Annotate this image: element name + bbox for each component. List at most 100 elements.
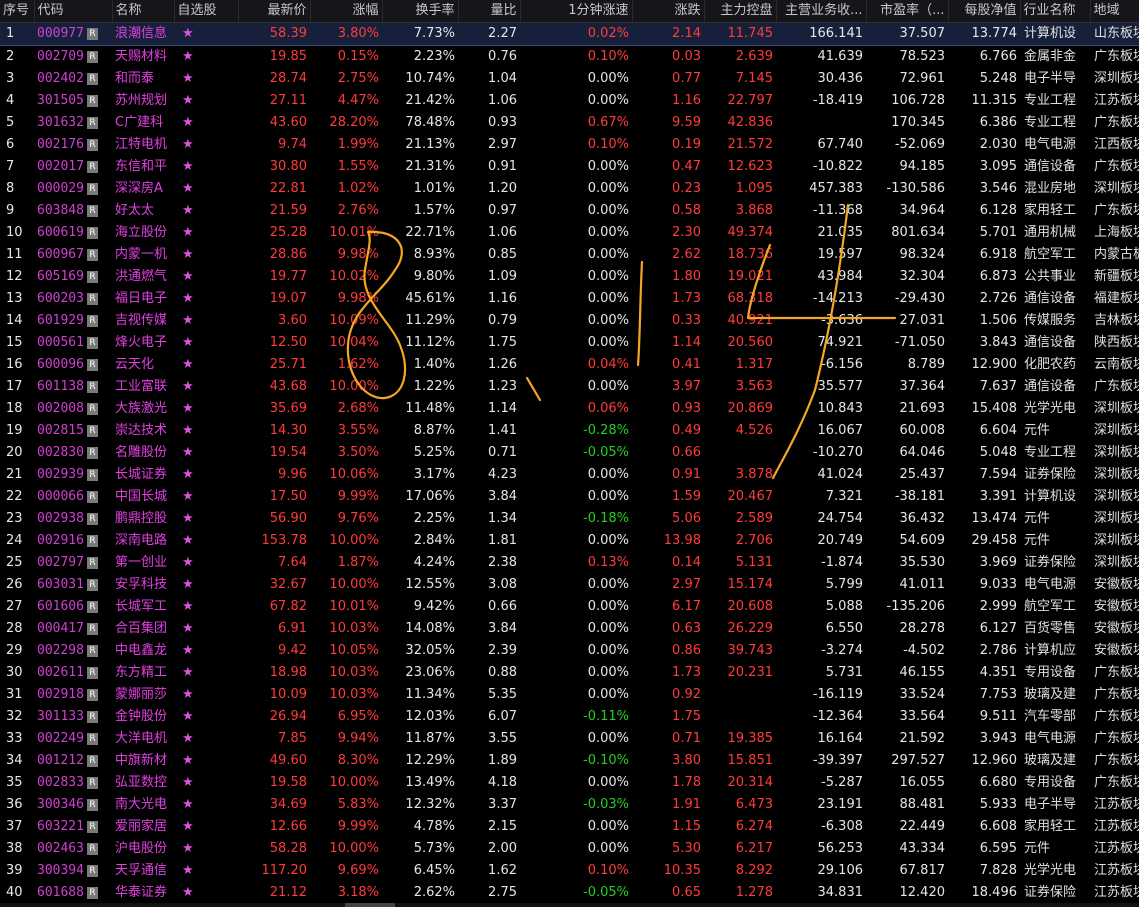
table-row[interactable]: 33 002249 R 大洋电机 ★ 7.85 9.94% 11.87% 3.55 0.00% 0.… bbox=[0, 728, 1139, 750]
header-seq[interactable]: 序号 bbox=[0, 0, 35, 23]
table-row[interactable]: 29 002298 R 中电鑫龙 ★ 9.42 10.05% 32.05% 2.39 0.00% 0… bbox=[0, 640, 1139, 662]
table-row[interactable]: 1 000977 R 浪潮信息 ★ 58.39 3.80% 7.73% 2.27 0.02% 2.1… bbox=[0, 22, 1139, 46]
table-row[interactable]: 23 002938 R 鹏鼎控股 ★ 56.90 9.76% 2.25% 1.34 -0.18% 5… bbox=[0, 508, 1139, 530]
favorite-star-icon[interactable]: ★ bbox=[182, 731, 194, 746]
table-row[interactable]: 16 600096 R 云天化 ★ 25.71 1.62% 1.40% 1.26 0.04% 0.4… bbox=[0, 354, 1139, 376]
cell-region: 江西板块 bbox=[1094, 137, 1139, 152]
table-row[interactable]: 24 002916 R 深南电路 ★ 153.78 10.00% 2.84% 1.81 0.00%… bbox=[0, 530, 1139, 552]
cell-region: 广东板块 bbox=[1094, 753, 1139, 768]
header-pe[interactable]: 市盈率（... bbox=[866, 0, 949, 23]
favorite-star-icon[interactable]: ★ bbox=[182, 203, 194, 218]
header-turnover[interactable]: 换手率 bbox=[382, 0, 459, 23]
table-row[interactable]: 34 001212 R 中旗新材 ★ 49.60 8.30% 12.29% 1.89 -0.10%… bbox=[0, 750, 1139, 772]
favorite-star-icon[interactable]: ★ bbox=[182, 489, 194, 504]
favorite-star-icon[interactable]: ★ bbox=[182, 291, 194, 306]
table-row[interactable]: 6 002176 R 江特电机 ★ 9.74 1.99% 21.13% 2.97 0.10% 0.1… bbox=[0, 134, 1139, 156]
favorite-star-icon[interactable]: ★ bbox=[182, 533, 194, 548]
favorite-star-icon[interactable]: ★ bbox=[182, 181, 194, 196]
scrollbar-thumb[interactable] bbox=[345, 903, 395, 907]
table-row[interactable]: 40 601688 R 华泰证券 ★ 21.12 3.18% 2.62% 2.75 -0.05% 0… bbox=[0, 882, 1139, 904]
table-row[interactable]: 14 601929 R 吉视传媒 ★ 3.60 10.09% 11.29% 0.79 0.00% 0… bbox=[0, 310, 1139, 332]
favorite-star-icon[interactable]: ★ bbox=[182, 467, 194, 482]
header-mainctrl[interactable]: 主力控盘 bbox=[704, 0, 777, 23]
table-row[interactable]: 36 300346 R 南大光电 ★ 34.69 5.83% 12.32% 3.37 -0.03%… bbox=[0, 794, 1139, 816]
header-pct[interactable]: 涨幅 bbox=[310, 0, 383, 23]
favorite-star-icon[interactable]: ★ bbox=[182, 555, 194, 570]
header-price[interactable]: 最新价 bbox=[238, 0, 311, 23]
favorite-star-icon[interactable]: ★ bbox=[182, 49, 194, 64]
header-code[interactable]: 代码 bbox=[34, 0, 113, 23]
favorite-star-icon[interactable]: ★ bbox=[182, 26, 194, 41]
table-row[interactable]: 35 002833 R 弘亚数控 ★ 19.58 10.00% 13.49% 4.18 0.00%… bbox=[0, 772, 1139, 794]
favorite-star-icon[interactable]: ★ bbox=[182, 423, 194, 438]
favorite-star-icon[interactable]: ★ bbox=[182, 643, 194, 658]
table-row[interactable]: 38 002463 R 沪电股份 ★ 58.28 10.00% 5.73% 2.00 0.00% 5… bbox=[0, 838, 1139, 860]
favorite-star-icon[interactable]: ★ bbox=[182, 137, 194, 152]
table-row[interactable]: 28 000417 R 合百集团 ★ 6.91 10.03% 14.08% 3.84 0.00% 0… bbox=[0, 618, 1139, 640]
favorite-star-icon[interactable]: ★ bbox=[182, 797, 194, 812]
table-row[interactable]: 37 603221 R 爱丽家居 ★ 12.66 9.99% 4.78% 2.15 0.00% 1.… bbox=[0, 816, 1139, 838]
favorite-star-icon[interactable]: ★ bbox=[182, 599, 194, 614]
favorite-star-icon[interactable]: ★ bbox=[182, 71, 194, 86]
favorite-star-icon[interactable]: ★ bbox=[182, 225, 194, 240]
favorite-star-icon[interactable]: ★ bbox=[182, 247, 194, 262]
table-row[interactable]: 10 600619 R 海立股份 ★ 25.28 10.01% 22.71% 1.06 0.00%… bbox=[0, 222, 1139, 244]
table-row[interactable]: 27 601606 R 长城军工 ★ 67.82 10.01% 9.42% 0.66 0.00% 6… bbox=[0, 596, 1139, 618]
table-row[interactable]: 21 002939 R 长城证券 ★ 9.96 10.06% 3.17% 4.23 0.00% 0.… bbox=[0, 464, 1139, 486]
favorite-star-icon[interactable]: ★ bbox=[182, 357, 194, 372]
table-row[interactable]: 25 002797 R 第一创业 ★ 7.64 1.87% 4.24% 2.38 0.13% 0.1… bbox=[0, 552, 1139, 574]
favorite-star-icon[interactable]: ★ bbox=[182, 775, 194, 790]
table-row[interactable]: 2 002709 R 天赐材料 ★ 19.85 0.15% 2.23% 0.76 0.10% 0.0… bbox=[0, 45, 1139, 68]
table-row[interactable]: 15 000561 R 烽火电子 ★ 12.50 10.04% 11.12% 1.75 0.00%… bbox=[0, 332, 1139, 354]
header-navps[interactable]: 每股净值 bbox=[948, 0, 1021, 23]
table-row[interactable]: 9 603848 R 好太太 ★ 21.59 2.76% 1.57% 0.97 0.00% 0.58… bbox=[0, 200, 1139, 222]
favorite-star-icon[interactable]: ★ bbox=[182, 863, 194, 878]
table-row[interactable]: 26 603031 R 安孚科技 ★ 32.67 10.00% 12.55% 3.08 0.00%… bbox=[0, 574, 1139, 596]
favorite-star-icon[interactable]: ★ bbox=[182, 753, 194, 768]
favorite-star-icon[interactable]: ★ bbox=[182, 665, 194, 680]
favorite-star-icon[interactable]: ★ bbox=[182, 115, 194, 130]
table-row[interactable]: 4 301505 R 苏州规划 ★ 27.11 4.47% 21.42% 1.06 0.00% 1.… bbox=[0, 90, 1139, 112]
table-row[interactable]: 5 301632 R C广建科 ★ 43.60 28.20% 78.48% 0.93 0.67% 9… bbox=[0, 112, 1139, 134]
table-row[interactable]: 19 002815 R 崇达技术 ★ 14.30 3.55% 8.87% 1.41 -0.28% 0… bbox=[0, 420, 1139, 442]
favorite-star-icon[interactable]: ★ bbox=[182, 93, 194, 108]
favorite-star-icon[interactable]: ★ bbox=[182, 313, 194, 328]
table-row[interactable]: 18 002008 R 大族激光 ★ 35.69 2.68% 11.48% 1.14 0.06% 0… bbox=[0, 398, 1139, 420]
table-row[interactable]: 17 601138 R 工业富联 ★ 43.68 10.00% 1.22% 1.23 0.00% 3… bbox=[0, 376, 1139, 398]
table-row[interactable]: 30 002611 R 东方精工 ★ 18.98 10.03% 23.06% 0.88 0.00%… bbox=[0, 662, 1139, 684]
table-row[interactable]: 31 002918 R 蒙娜丽莎 ★ 10.09 10.03% 11.34% 5.35 0.00%… bbox=[0, 684, 1139, 706]
table-row[interactable]: 32 301133 R 金钟股份 ★ 26.94 6.95% 12.03% 6.07 -0.11%… bbox=[0, 706, 1139, 728]
favorite-star-icon[interactable]: ★ bbox=[182, 577, 194, 592]
favorite-star-icon[interactable]: ★ bbox=[182, 709, 194, 724]
header-region[interactable]: 地域 bbox=[1090, 0, 1139, 23]
favorite-star-icon[interactable]: ★ bbox=[182, 841, 194, 856]
header-volratio[interactable]: 量比 bbox=[458, 0, 521, 23]
favorite-star-icon[interactable]: ★ bbox=[182, 401, 194, 416]
favorite-star-icon[interactable]: ★ bbox=[182, 621, 194, 636]
table-row[interactable]: 8 000029 R 深深房A ★ 22.81 1.02% 1.01% 1.20 0.00% 0.2… bbox=[0, 178, 1139, 200]
table-row[interactable]: 11 600967 R 内蒙一机 ★ 28.86 9.98% 8.93% 0.85 0.00% 2.… bbox=[0, 244, 1139, 266]
table-row[interactable]: 12 605169 R 洪通燃气 ★ 19.77 10.02% 9.80% 1.09 0.00% 1… bbox=[0, 266, 1139, 288]
favorite-star-icon[interactable]: ★ bbox=[182, 445, 194, 460]
table-row[interactable]: 3 002402 R 和而泰 ★ 28.74 2.75% 10.74% 1.04 0.00% 0.7… bbox=[0, 68, 1139, 90]
favorite-star-icon[interactable]: ★ bbox=[182, 379, 194, 394]
horizontal-scrollbar[interactable] bbox=[0, 903, 1139, 907]
favorite-star-icon[interactable]: ★ bbox=[182, 335, 194, 350]
favorite-star-icon[interactable]: ★ bbox=[182, 687, 194, 702]
favorite-star-icon[interactable]: ★ bbox=[182, 269, 194, 284]
table-row[interactable]: 39 300394 R 天孚通信 ★ 117.20 9.69% 6.45% 1.62 0.10% 1… bbox=[0, 860, 1139, 882]
header-industry[interactable]: 行业名称 bbox=[1020, 0, 1091, 23]
table-row[interactable]: 13 600203 R 福日电子 ★ 19.07 9.98% 45.61% 1.16 0.00% 1… bbox=[0, 288, 1139, 310]
favorite-star-icon[interactable]: ★ bbox=[182, 819, 194, 834]
table-row[interactable]: 7 002017 R 东信和平 ★ 30.80 1.55% 21.31% 0.91 0.00% 0.… bbox=[0, 156, 1139, 178]
header-speed[interactable]: 1分钟涨速 bbox=[520, 0, 633, 23]
favorite-star-icon[interactable]: ★ bbox=[182, 511, 194, 526]
table-row[interactable]: 20 002830 R 名雕股份 ★ 19.54 3.50% 5.25% 0.71 -0.05% 0… bbox=[0, 442, 1139, 464]
table-row[interactable]: 22 000066 R 中国长城 ★ 17.50 9.99% 17.06% 3.84 0.00% 1… bbox=[0, 486, 1139, 508]
header-fav[interactable]: 自选股 bbox=[174, 0, 239, 23]
header-name[interactable]: 名称 bbox=[112, 0, 175, 23]
favorite-star-icon[interactable]: ★ bbox=[182, 159, 194, 174]
favorite-star-icon[interactable]: ★ bbox=[182, 885, 194, 900]
header-bizgrowth[interactable]: 主营业务收... bbox=[776, 0, 867, 23]
header-change[interactable]: 涨跌 bbox=[632, 0, 705, 23]
